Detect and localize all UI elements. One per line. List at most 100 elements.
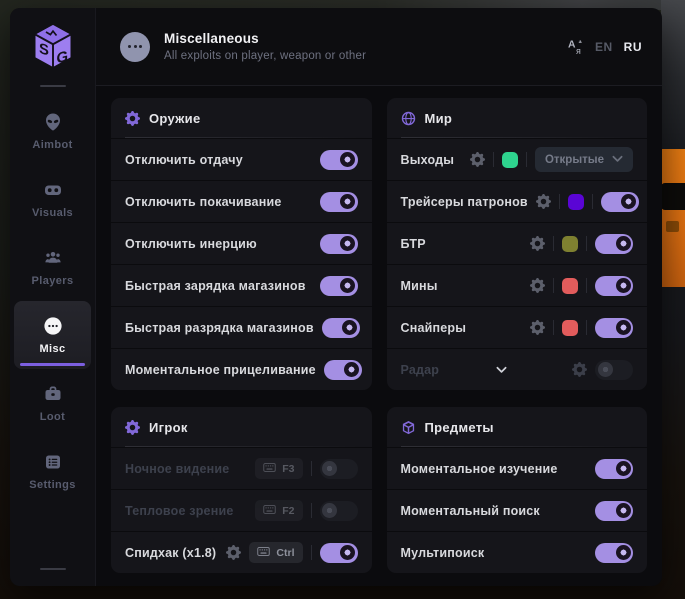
color-swatch[interactable]	[568, 194, 584, 210]
gear-icon[interactable]	[536, 194, 551, 209]
row-controls	[572, 360, 633, 380]
color-swatch[interactable]	[562, 278, 578, 294]
toggle[interactable]	[320, 543, 358, 563]
setting-row: БТР	[387, 222, 648, 264]
section-title: Игрок	[149, 420, 188, 435]
toggle[interactable]	[595, 459, 633, 479]
gear-icon[interactable]	[572, 362, 587, 377]
toggle[interactable]	[595, 360, 633, 380]
gear-icon[interactable]	[530, 236, 545, 251]
dropdown[interactable]: Открытые	[535, 147, 633, 172]
setting-label: Отключить отдачу	[125, 153, 243, 167]
language-option-ru[interactable]: RU	[624, 40, 642, 54]
setting-row: Снайперы	[387, 306, 648, 348]
sidebar-item-settings[interactable]: Settings	[14, 437, 91, 505]
control-divider	[526, 152, 527, 167]
setting-row: Моментальный поиск	[387, 489, 648, 531]
control-divider	[553, 320, 554, 335]
gear-icon	[125, 420, 140, 435]
setting-row: Быстрая разрядка магазинов	[111, 306, 372, 348]
control-divider	[592, 194, 593, 209]
control-divider	[559, 194, 560, 209]
gear-icon[interactable]	[226, 545, 241, 560]
section-card: МирВыходыОткрытыеТрейсеры патроновБТРМин…	[387, 98, 648, 390]
toggle[interactable]	[320, 150, 358, 170]
chevron-down-icon[interactable]	[495, 363, 508, 376]
sidebar-item-loot[interactable]: Loot	[14, 369, 91, 437]
toggle[interactable]	[320, 501, 358, 521]
globe-icon	[401, 111, 416, 126]
color-swatch[interactable]	[562, 320, 578, 336]
sidebar-item-label: Aimbot	[32, 139, 72, 151]
sidebar-item-aimbot[interactable]: Aimbot	[14, 97, 91, 165]
toggle[interactable]	[595, 234, 633, 254]
section-card: ОружиеОтключить отдачуОтключить покачива…	[111, 98, 372, 390]
row-controls	[322, 318, 360, 338]
sidebar-item-label: Misc	[39, 343, 65, 355]
toggle[interactable]	[595, 501, 633, 521]
row-controls	[595, 501, 633, 521]
color-swatch[interactable]	[502, 152, 518, 168]
control-divider	[553, 236, 554, 251]
control-divider	[311, 503, 312, 518]
language-switcher: A я EN RU	[567, 38, 642, 55]
goggles-icon	[43, 180, 63, 200]
setting-label: Ночное видение	[125, 462, 229, 476]
toggle[interactable]	[324, 360, 362, 380]
toggle[interactable]	[322, 318, 360, 338]
setting-label: БТР	[401, 237, 426, 251]
ellipsis-circle-icon	[120, 32, 150, 62]
section-title: Мир	[425, 111, 453, 126]
control-divider	[586, 236, 587, 251]
keybind-badge[interactable]: Ctrl	[249, 542, 302, 563]
setting-row: Отключить инерцию	[111, 222, 372, 264]
svg-text:G: G	[56, 48, 68, 68]
sidebar-item-visuals[interactable]: Visuals	[14, 165, 91, 233]
main-panel: Miscellaneous All exploits on player, we…	[96, 8, 662, 586]
toggle[interactable]	[320, 192, 358, 212]
sidebar-item-misc[interactable]: Misc	[14, 301, 91, 369]
toggle[interactable]	[595, 543, 633, 563]
translate-icon: A я	[567, 38, 584, 55]
section-title: Предметы	[425, 420, 494, 435]
players-icon	[43, 248, 63, 268]
header-text: Miscellaneous All exploits on player, we…	[164, 31, 366, 62]
keybind-label: F3	[282, 463, 294, 475]
control-divider	[311, 461, 312, 476]
setting-label: Снайперы	[401, 321, 467, 335]
setting-row: Выходы Открытые	[387, 138, 648, 180]
toggle[interactable]	[320, 234, 358, 254]
svg-text:A: A	[568, 39, 576, 50]
setting-row: Отключить покачивание	[111, 180, 372, 222]
row-controls: F3	[255, 458, 357, 479]
setting-label: Отключить инерцию	[125, 237, 257, 251]
setting-row: Моментальное прицеливание	[111, 348, 372, 390]
toggle[interactable]	[320, 276, 358, 296]
setting-label: Мультипоиск	[401, 546, 485, 560]
setting-label: Тепловое зрение	[125, 504, 234, 518]
setting-label: Выходы	[401, 153, 455, 167]
row-controls: Открытые	[470, 147, 633, 172]
page-subtitle: All exploits on player, weapon or other	[164, 50, 366, 62]
section-header-line: Предметы	[401, 420, 634, 435]
toggle[interactable]	[601, 192, 639, 212]
color-swatch[interactable]	[562, 236, 578, 252]
section-header-line: Игрок	[125, 420, 358, 435]
section-header-line: Мир	[401, 111, 634, 126]
sidebar-item-players[interactable]: Players	[14, 233, 91, 301]
keybind-badge[interactable]: F2	[255, 500, 302, 521]
language-option-en[interactable]: EN	[595, 40, 613, 54]
sidebar-nav: Aimbot VisualsPlayers Misc LootSettings	[10, 97, 95, 505]
control-divider	[586, 278, 587, 293]
gear-icon[interactable]	[530, 278, 545, 293]
keyboard-icon	[257, 547, 270, 559]
setting-label: Моментальное прицеливание	[125, 363, 316, 377]
gear-icon[interactable]	[470, 152, 485, 167]
toggle[interactable]	[595, 276, 633, 296]
section-header: Игрок	[111, 407, 372, 447]
toggle[interactable]	[320, 459, 358, 479]
keybind-badge[interactable]: F3	[255, 458, 302, 479]
page-title: Miscellaneous	[164, 31, 366, 46]
toggle[interactable]	[595, 318, 633, 338]
gear-icon[interactable]	[530, 320, 545, 335]
